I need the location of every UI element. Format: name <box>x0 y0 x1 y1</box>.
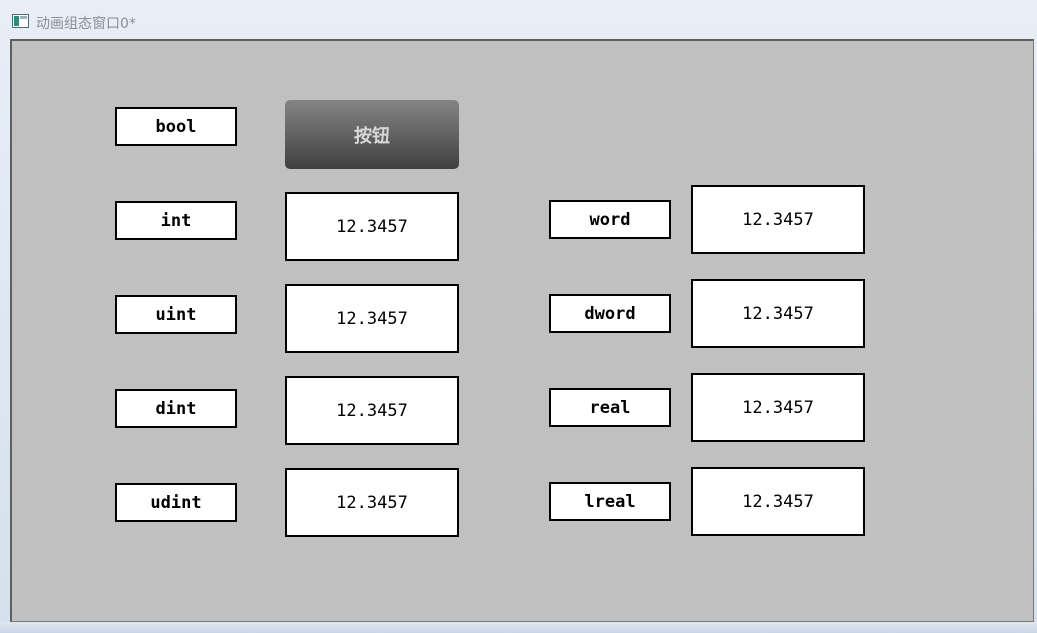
label-udint: udint <box>115 483 237 522</box>
label-int: int <box>115 201 237 240</box>
value-udint: 12.3457 <box>285 468 459 537</box>
label-dword: dword <box>549 294 671 333</box>
window-bottom-border <box>0 622 1037 633</box>
app-window: 动画组态窗口0* bool int uint dint udint 按钮 12.… <box>0 0 1037 633</box>
value-lreal: 12.3457 <box>691 467 865 536</box>
title-bar[interactable]: 动画组态窗口0* <box>0 0 1037 40</box>
value-int: 12.3457 <box>285 192 459 261</box>
value-word: 12.3457 <box>691 185 865 254</box>
label-lreal: lreal <box>549 482 671 521</box>
value-dword: 12.3457 <box>691 279 865 348</box>
window-title: 动画组态窗口0* <box>36 16 136 32</box>
window-app-icon <box>12 14 29 28</box>
label-bool: bool <box>115 107 237 146</box>
label-dint: dint <box>115 389 237 428</box>
value-uint: 12.3457 <box>285 284 459 353</box>
value-real: 12.3457 <box>691 373 865 442</box>
label-word: word <box>549 200 671 239</box>
label-real: real <box>549 388 671 427</box>
action-button[interactable]: 按钮 <box>285 100 459 169</box>
value-dint: 12.3457 <box>285 376 459 445</box>
label-uint: uint <box>115 295 237 334</box>
